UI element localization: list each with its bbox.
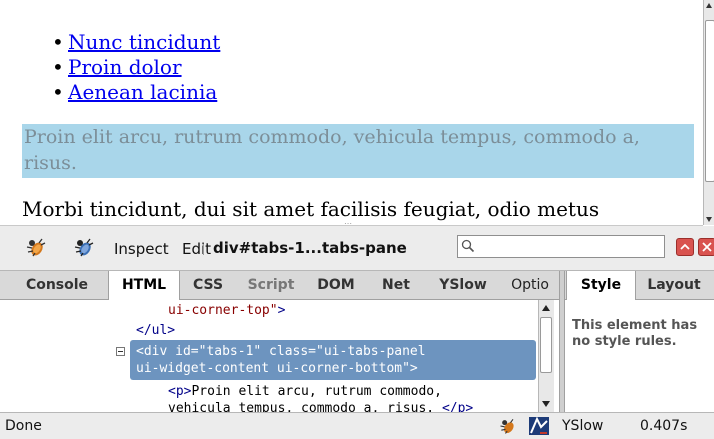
scroll-thumb[interactable]	[540, 317, 552, 373]
edit-button[interactable]: Edit	[182, 240, 211, 258]
list-item: Proin dolor	[52, 55, 220, 80]
search-input[interactable]	[478, 237, 658, 256]
html-tree-panel: ui-corner-top"> </ul> <div id="tabs-1" c…	[0, 300, 538, 412]
text-node: Proin elit arcu, rutrum commodo,	[191, 384, 442, 399]
tab-dom[interactable]: DOM	[308, 271, 364, 299]
close-button[interactable]	[698, 238, 714, 256]
body-paragraph: Morbi tincidunt, dui sit amet facilisis …	[22, 197, 600, 221]
link-list: Nunc tincidunt Proin dolor Aenean lacini…	[52, 30, 220, 105]
tab-yslow[interactable]: YSlow	[428, 271, 498, 299]
scroll-thumb[interactable]	[705, 20, 714, 182]
tab-script[interactable]: Script	[236, 271, 306, 299]
tab-css[interactable]: CSS	[182, 271, 234, 299]
link-proin-dolor[interactable]: Proin dolor	[68, 55, 182, 79]
status-text: Done	[5, 418, 42, 434]
highlighted-tab-panel: Proin elit arcu, rutrum commodo, vehicul…	[22, 124, 694, 178]
html-panel-scrollbar[interactable]	[538, 300, 554, 412]
minimize-button[interactable]	[676, 238, 694, 256]
tag-close: >	[277, 303, 286, 318]
tab-options[interactable]: Optio	[502, 271, 558, 299]
tab-layout[interactable]: Layout	[636, 271, 712, 299]
page-content: Nunc tincidunt Proin dolor Aenean lacini…	[0, 0, 703, 226]
tag-close: </p>	[441, 401, 474, 412]
firebug-status-icon[interactable]	[498, 416, 518, 436]
scroll-up-arrow-icon[interactable]	[542, 305, 550, 311]
selected-node[interactable]: <div id="tabs-1" class="ui-tabs-panel ui…	[130, 340, 536, 380]
search-field[interactable]	[457, 235, 665, 258]
yslow-label[interactable]: YSlow	[562, 418, 603, 434]
firebug-toolbar: Inspect Edit div#tabs-1...tabs-pane	[0, 226, 714, 271]
no-style-message: This element has no style rules.	[572, 318, 698, 349]
chevron-up-icon	[680, 243, 690, 250]
close-icon	[702, 242, 712, 252]
collapse-toggle-icon[interactable]	[116, 347, 125, 356]
search-icon	[461, 239, 475, 253]
breadcrumb[interactable]: div#tabs-1...tabs-pane	[213, 239, 407, 257]
code-line-p[interactable]: <p>Proin elit arcu, rutrum commodo,	[168, 384, 442, 400]
code-line[interactable]: ui-corner-top">	[168, 303, 285, 319]
load-time: 0.407s	[640, 418, 688, 434]
yslow-icon[interactable]	[528, 416, 550, 436]
selected-node-line: <div id="tabs-1" class="ui-tabs-panel	[136, 344, 426, 359]
highlighted-paragraph: Proin elit arcu, rutrum commodo, vehicul…	[24, 126, 640, 174]
toolbar-separator	[203, 244, 204, 255]
inspect-button[interactable]: Inspect	[114, 240, 169, 258]
code-line-p-text[interactable]: vehicula tempus, commodo a, risus. </p>	[168, 401, 473, 412]
style-side-panel: This element has no style rules.	[565, 300, 714, 412]
scroll-down-arrow-icon[interactable]	[542, 401, 550, 407]
page-scrollbar[interactable]	[703, 0, 714, 225]
firebug-icon[interactable]	[24, 235, 48, 259]
code-line-ul-close[interactable]: </ul>	[136, 323, 175, 339]
panel-tabs: Console HTML CSS Script DOM Net YSlow Op…	[0, 271, 714, 300]
tab-html[interactable]: HTML	[108, 271, 180, 300]
tab-style[interactable]: Style	[566, 271, 636, 300]
tag-open: <p>	[168, 384, 192, 399]
text-node: vehicula tempus, commodo a, risus.	[168, 401, 435, 412]
tab-net[interactable]: Net	[366, 271, 426, 299]
inspect-bug-icon[interactable]	[72, 235, 96, 259]
scroll-down-arrow-icon[interactable]	[706, 217, 712, 222]
selected-node-line: ui-widget-content ui-corner-bottom">	[136, 361, 418, 376]
link-nunc-tincidunt[interactable]: Nunc tincidunt	[68, 30, 220, 54]
list-item: Nunc tincidunt	[52, 30, 220, 55]
scroll-up-arrow-icon[interactable]	[706, 3, 712, 8]
tab-console[interactable]: Console	[8, 271, 106, 299]
list-item: Aenean lacinia	[52, 80, 220, 105]
link-aenean-lacinia[interactable]: Aenean lacinia	[68, 80, 217, 104]
attr-value: ui-corner-top"	[168, 303, 278, 318]
status-bar: Done YSlow 0.407s	[0, 412, 714, 439]
